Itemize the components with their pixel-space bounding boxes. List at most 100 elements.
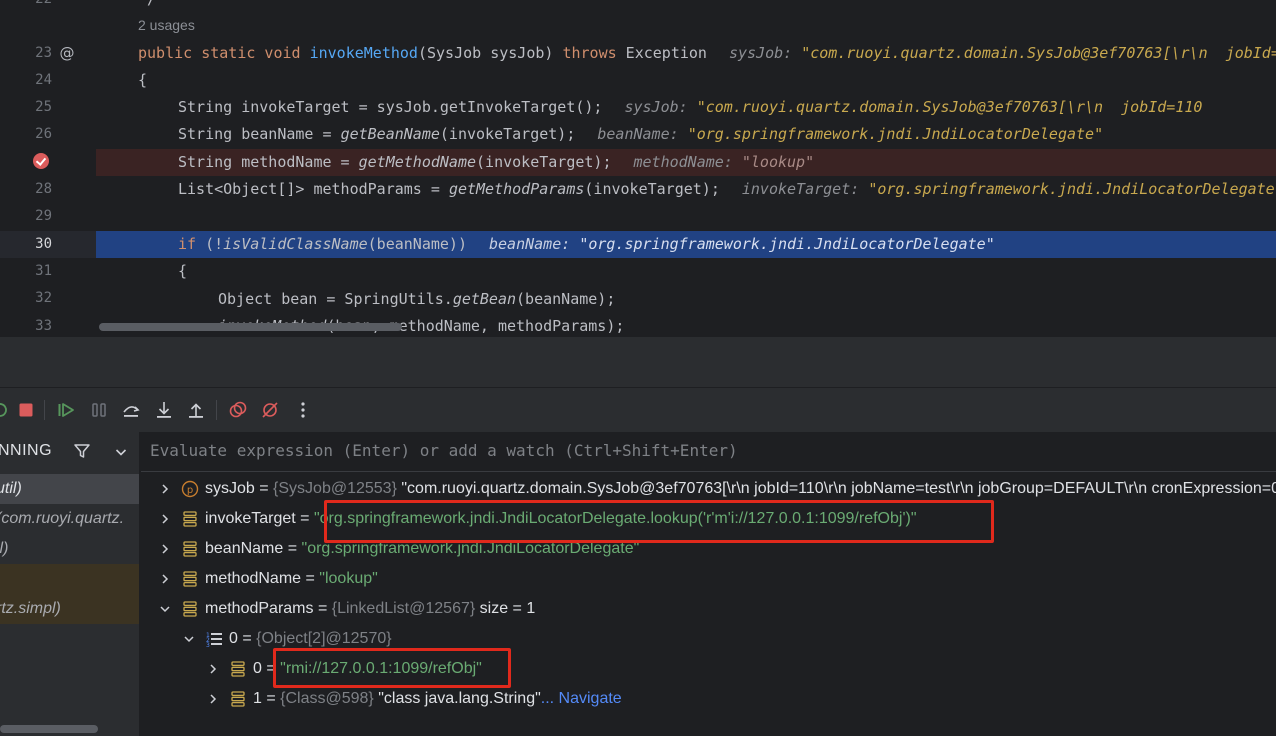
- chevron-right-icon[interactable]: [159, 483, 171, 495]
- evaluate-expression-input[interactable]: Evaluate expression (Enter) or add a wat…: [141, 432, 1276, 472]
- chevron-down-icon[interactable]: [183, 633, 195, 645]
- gutter-line[interactable]: 23 @: [0, 40, 96, 67]
- gutter-line[interactable]: 29: [0, 203, 96, 230]
- inline-var-name: beanName:: [597, 125, 688, 143]
- inline-var-value: "org.springframework.jndi.JndiLocatorDel…: [687, 125, 1104, 143]
- code-text: String beanName =: [178, 125, 341, 143]
- pause-button[interactable]: [89, 400, 109, 420]
- stop-button[interactable]: [16, 400, 36, 420]
- chevron-right-icon[interactable]: [159, 543, 171, 555]
- mute-breakpoints-button[interactable]: [260, 400, 280, 420]
- frames-panel: NNING util) (com.ruoyi.quartz. il) rtz.s…: [0, 432, 140, 736]
- gutter-line[interactable]: 26: [0, 121, 96, 148]
- chevron-down-icon[interactable]: [113, 444, 129, 460]
- variable-name: 1: [253, 690, 262, 707]
- navigate-link[interactable]: ... Navigate: [541, 690, 622, 707]
- chevron-down-icon[interactable]: [159, 603, 171, 615]
- filter-icon[interactable]: [73, 442, 91, 460]
- code-line[interactable]: {: [96, 258, 1276, 285]
- line-number: 24: [35, 72, 52, 88]
- frames-horizontal-scrollbar[interactable]: [0, 725, 98, 733]
- panel-splitter[interactable]: [0, 337, 1276, 387]
- gutter-line[interactable]: [0, 148, 96, 175]
- parameter-icon: p: [181, 480, 199, 498]
- step-out-button[interactable]: [186, 400, 206, 420]
- gutter-line[interactable]: 31: [0, 258, 96, 285]
- variable-row[interactable]: 1 = {Class@598} "class java.lang.String"…: [141, 684, 1276, 714]
- view-breakpoints-button[interactable]: [228, 400, 248, 420]
- line-number: 28: [35, 181, 52, 197]
- highlight-box: [273, 648, 511, 688]
- more-options-icon[interactable]: [293, 400, 313, 420]
- local-variable-icon: [181, 570, 199, 588]
- code-text: (beanName)): [367, 235, 467, 253]
- object-reference: {LinkedList@12567}: [331, 600, 480, 617]
- editor-horizontal-scrollbar[interactable]: [99, 323, 402, 331]
- code-line[interactable]: {: [96, 67, 1276, 94]
- method-call: getBeanName: [340, 125, 440, 143]
- chevron-right-icon[interactable]: [159, 513, 171, 525]
- chevron-right-icon[interactable]: [207, 693, 219, 705]
- code-line-execution-point[interactable]: if (!isValidClassName(beanName)) beanName…: [96, 231, 1276, 258]
- variable-name: sysJob: [205, 480, 255, 497]
- variable-row[interactable]: methodParams = {LinkedList@12567} size =…: [141, 594, 1276, 624]
- variable-name: methodName: [205, 570, 302, 587]
- inline-var-name: sysJob:: [624, 98, 697, 116]
- inline-var-value: "org.springframework.jndi.JndiLocatorDel…: [579, 235, 995, 253]
- chevron-right-icon[interactable]: [207, 663, 219, 675]
- code-line-breakpoint[interactable]: String methodName = getMethodName(invoke…: [96, 149, 1276, 176]
- frames-header: NNING: [0, 432, 139, 472]
- step-over-button[interactable]: [121, 400, 141, 420]
- rerun-icon[interactable]: [0, 400, 10, 420]
- line-number: 32: [35, 290, 52, 306]
- stack-frame[interactable]: (com.ruoyi.quartz.: [0, 504, 139, 534]
- method-call: getBean: [452, 290, 517, 308]
- gutter-line[interactable]: 22: [0, 0, 96, 13]
- breakpoint-icon[interactable]: [33, 153, 49, 169]
- variable-row[interactable]: methodName = "lookup": [141, 564, 1276, 594]
- stack-frame-library[interactable]: rtz.simpl): [0, 594, 139, 624]
- stack-frame-label: il): [0, 540, 9, 557]
- gutter-line[interactable]: 32: [0, 285, 96, 312]
- gutter-line[interactable]: 28: [0, 176, 96, 203]
- gutter-line-current[interactable]: 30: [0, 231, 96, 258]
- stack-frame[interactable]: util): [0, 474, 139, 504]
- resume-button[interactable]: [56, 400, 76, 420]
- variable-entry: methodName = "lookup": [205, 564, 378, 594]
- inline-var-name: invokeTarget:: [741, 180, 869, 198]
- usages-link[interactable]: 2 usages: [96, 17, 195, 33]
- code-line[interactable]: public static void invokeMethod(SysJob s…: [96, 40, 1276, 67]
- method-call: getMethodName: [358, 153, 477, 171]
- editor-gutter[interactable]: 22 23 @ 24 25 26 28 29 30 31 32 33: [0, 0, 96, 337]
- chevron-right-icon[interactable]: [159, 573, 171, 585]
- code-line[interactable]: List<Object[]> methodParams = getMethodP…: [96, 176, 1276, 203]
- variables-panel: Evaluate expression (Enter) or add a wat…: [141, 432, 1276, 736]
- line-number: 33: [35, 318, 52, 334]
- gutter-line[interactable]: 33: [0, 313, 96, 337]
- code-line[interactable]: String invokeTarget = sysJob.getInvokeTa…: [96, 94, 1276, 121]
- code-area[interactable]: */ 2 usages public static void invokeMet…: [96, 0, 1276, 337]
- local-variable-icon: [229, 690, 247, 708]
- code-editor[interactable]: 22 23 @ 24 25 26 28 29 30 31 32 33 */ 2 …: [0, 0, 1276, 337]
- override-at-icon[interactable]: @: [58, 44, 76, 62]
- inline-var-name: methodName:: [633, 153, 742, 171]
- gutter-line[interactable]: 25: [0, 94, 96, 121]
- gutter-line[interactable]: 24: [0, 67, 96, 94]
- local-variable-icon: [181, 540, 199, 558]
- thread-selector[interactable]: NNING: [0, 442, 52, 460]
- method-call: getMethodParams: [448, 180, 585, 198]
- usages-hint[interactable]: 2 usages: [96, 12, 1276, 39]
- stack-frame-library[interactable]: [0, 564, 139, 594]
- array-element-icon: 123: [205, 630, 223, 648]
- stack-frame[interactable]: il): [0, 534, 139, 564]
- inline-var-name: beanName:: [489, 235, 580, 253]
- code-line[interactable]: String beanName = getBeanName(invokeTarg…: [96, 121, 1276, 148]
- variable-name: invokeTarget: [205, 510, 296, 527]
- variable-value: "com.ruoyi.quartz.domain.SysJob@3ef70763…: [401, 480, 1276, 497]
- code-text: (beanName);: [516, 290, 616, 308]
- code-line[interactable]: Object bean = SpringUtils.getBean(beanNa…: [96, 286, 1276, 313]
- code-text: Object bean = SpringUtils.: [218, 290, 453, 308]
- line-number: 22: [35, 0, 52, 7]
- code-keyword: if: [178, 235, 197, 253]
- step-into-button[interactable]: [154, 400, 174, 420]
